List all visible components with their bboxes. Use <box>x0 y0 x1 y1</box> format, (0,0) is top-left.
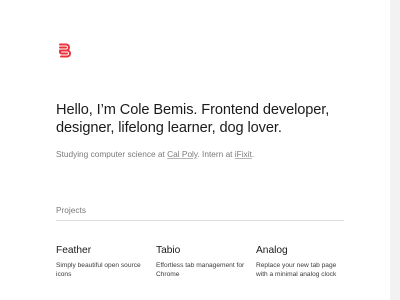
cal-poly-link[interactable]: Cal Poly <box>167 149 197 159</box>
project-tabio: Tabio Effortless tab management for Chro… <box>156 245 248 279</box>
headline: Hello, I’m Cole Bemis. Frontend develope… <box>56 102 330 136</box>
project-feather-link[interactable]: Feather <box>56 245 148 257</box>
project-feather: Feather Simply beautiful open source ico… <box>56 245 148 279</box>
subline-middle: . Intern at <box>197 149 235 159</box>
project-analog: Analog Replace your new tab page with a … <box>256 245 348 279</box>
project-tabio-description: Effortless tab management for Chrome <box>156 262 245 278</box>
project-analog-link[interactable]: Analog <box>256 245 348 257</box>
project-analog-description: Replace your new tab page with a minimal… <box>256 262 337 278</box>
project-feather-description: Simply beautiful open source icons <box>56 262 141 278</box>
b-logo-shape <box>59 43 71 58</box>
subline-prefix: Studying computer science at <box>56 149 168 159</box>
subline: Studying computer science at Cal Poly. I… <box>56 149 356 160</box>
projects-heading: Projects <box>56 205 86 215</box>
ifixit-link[interactable]: iFixit <box>235 149 252 159</box>
page-card: Hello, I’m Cole Bemis. Frontend develope… <box>0 0 390 300</box>
b-logo-icon[interactable] <box>56 42 72 58</box>
projects-divider <box>56 220 344 221</box>
project-tabio-link[interactable]: Tabio <box>156 245 248 257</box>
subline-suffix: . <box>251 149 255 159</box>
